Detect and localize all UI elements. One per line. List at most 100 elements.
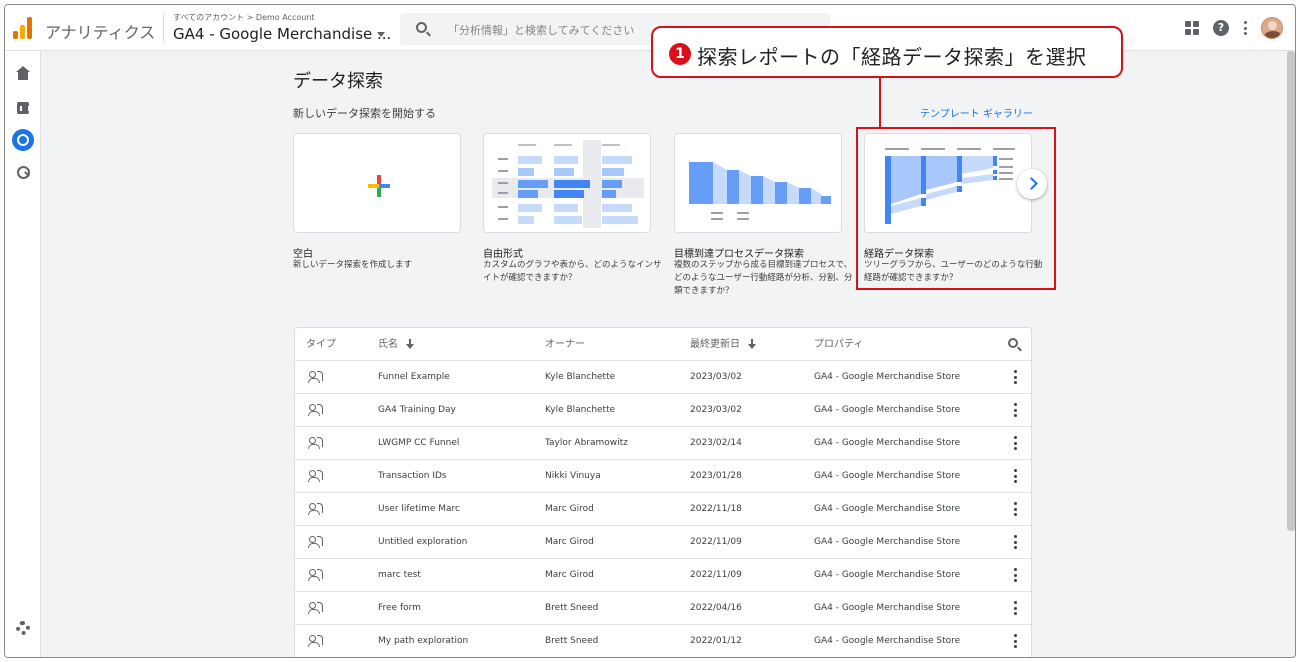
row-name[interactable]: GA4 Training Day — [378, 394, 456, 427]
nav-advertising[interactable] — [12, 161, 34, 183]
more-vert-icon[interactable] — [1013, 436, 1017, 450]
row-owner: Marc Girod — [545, 570, 594, 580]
row-name[interactable]: Untitled exploration — [378, 526, 467, 559]
account-breadcrumb[interactable]: すべてのアカウント > Demo Account — [173, 12, 315, 23]
table-row[interactable]: Free form Brett Sneed 2022/04/16 GA4 - G… — [295, 592, 1031, 625]
home-icon — [16, 65, 30, 82]
col-owner[interactable]: オーナー — [545, 328, 585, 361]
row-date: 2022/11/09 — [690, 570, 742, 580]
more-vert-icon[interactable] — [1013, 634, 1017, 648]
more-vert-icon[interactable] — [1013, 535, 1017, 549]
search-icon — [416, 22, 427, 33]
row-date: 2022/11/18 — [690, 504, 742, 514]
row-name[interactable]: Funnel Example — [378, 361, 450, 394]
search-placeholder: 「分析情報」と検索してみてください — [448, 24, 635, 37]
funnel-thumbnail — [689, 162, 831, 220]
row-owner: Marc Girod — [545, 504, 594, 514]
more-vert-icon[interactable] — [1013, 370, 1017, 384]
arrow-down-icon — [748, 339, 756, 349]
people-icon — [308, 569, 325, 581]
card-funnel[interactable] — [674, 133, 842, 233]
app-name: アナリティクス — [45, 23, 156, 42]
more-vert-icon[interactable] — [1013, 403, 1017, 417]
row-owner: Brett Sneed — [545, 636, 599, 646]
nav-home[interactable] — [12, 65, 34, 87]
row-property: GA4 - Google Merchandise Store — [814, 504, 961, 514]
avatar[interactable] — [1261, 17, 1283, 39]
row-property: GA4 - Google Merchandise Store — [814, 537, 961, 547]
row-name[interactable]: marc test — [378, 559, 421, 592]
explore-icon — [17, 134, 29, 146]
nav-admin[interactable] — [12, 617, 34, 639]
nav-reports[interactable] — [12, 97, 34, 119]
row-name[interactable]: User lifetime Marc — [378, 493, 460, 526]
row-name[interactable]: Transaction IDs — [378, 460, 447, 493]
row-date: 2023/03/02 — [690, 405, 742, 415]
row-property: GA4 - Google Merchandise Store — [814, 603, 961, 613]
row-date: 2023/03/02 — [690, 372, 742, 382]
analytics-logo-icon[interactable] — [13, 17, 33, 39]
more-vert-icon[interactable] — [1243, 21, 1247, 35]
people-icon — [308, 404, 325, 416]
left-nav — [5, 51, 41, 657]
table-row[interactable]: Transaction IDs Nikki Vinuya 2023/01/28 … — [295, 460, 1031, 493]
card-free-form-title: 自由形式 — [483, 249, 523, 260]
row-property: GA4 - Google Merchandise Store — [814, 636, 961, 646]
more-vert-icon[interactable] — [1013, 469, 1017, 483]
search-icon[interactable] — [1008, 338, 1018, 348]
table-header: タイプ 氏名 オーナー 最終更新日 プロパティ — [295, 328, 1031, 361]
arrow-down-icon — [406, 339, 414, 349]
row-date: 2023/01/28 — [690, 471, 742, 481]
table-row[interactable]: marc test Marc Girod 2022/11/09 GA4 - Go… — [295, 559, 1031, 592]
card-blank-title: 空白 — [293, 249, 313, 260]
card-free-form[interactable] — [483, 133, 651, 233]
property-selector[interactable]: GA4 - Google Merchandise ... — [173, 25, 391, 43]
table-row[interactable]: My path exploration Brett Sneed 2022/01/… — [295, 625, 1031, 657]
col-modified-label: 最終更新日 — [690, 339, 740, 350]
people-icon — [308, 470, 325, 482]
row-date: 2022/04/16 — [690, 603, 742, 613]
table-row[interactable]: GA4 Training Day Kyle Blanchette 2023/03… — [295, 394, 1031, 427]
people-icon — [308, 503, 325, 515]
table-row[interactable]: Untitled exploration Marc Girod 2022/11/… — [295, 526, 1031, 559]
section-subtitle: 新しいデータ探索を開始する — [293, 107, 436, 120]
row-name[interactable]: LWGMP CC Funnel — [378, 427, 459, 460]
table-row[interactable]: Funnel Example Kyle Blanchette 2023/03/0… — [295, 361, 1031, 394]
advertising-icon — [16, 165, 30, 179]
callout: 1 探索レポートの「経路データ探索」を選択 — [651, 26, 1123, 78]
row-owner: Brett Sneed — [545, 603, 599, 613]
row-name[interactable]: Free form — [378, 592, 421, 625]
card-free-form-desc: カスタムのグラフや表から、どのようなインサイトが確認できますか？ — [483, 260, 662, 283]
help-icon[interactable]: ? — [1213, 20, 1229, 36]
page-scrollbar[interactable] — [1287, 51, 1295, 531]
more-vert-icon[interactable] — [1013, 568, 1017, 582]
chevron-down-icon[interactable] — [377, 32, 385, 37]
divider — [163, 13, 164, 43]
row-owner: Marc Girod — [545, 537, 594, 547]
row-property: GA4 - Google Merchandise Store — [814, 570, 961, 580]
row-date: 2023/02/14 — [690, 438, 742, 448]
row-name[interactable]: My path exploration — [378, 625, 468, 657]
template-gallery-link[interactable]: テンプレート ギャラリー — [920, 105, 1033, 120]
people-icon — [308, 437, 325, 449]
reports-icon — [17, 102, 30, 114]
page-title: データ探索 — [293, 71, 383, 92]
card-blank-desc: 新しいデータ探索を作成します — [293, 260, 413, 270]
card-blank[interactable] — [293, 133, 461, 233]
row-date: 2022/01/12 — [690, 636, 742, 646]
nav-explore[interactable] — [12, 129, 34, 151]
callout-text: 探索レポートの「経路データ探索」を選択 — [697, 45, 1087, 69]
more-vert-icon[interactable] — [1013, 502, 1017, 516]
row-property: GA4 - Google Merchandise Store — [814, 405, 961, 415]
more-vert-icon[interactable] — [1013, 601, 1017, 615]
col-modified[interactable]: 最終更新日 — [690, 328, 756, 361]
col-property[interactable]: プロパティ — [814, 328, 863, 361]
people-icon — [308, 635, 325, 647]
apps-grid-icon[interactable] — [1185, 21, 1199, 35]
col-type[interactable]: タイプ — [306, 328, 336, 361]
col-name[interactable]: 氏名 — [378, 328, 414, 361]
table-row[interactable]: User lifetime Marc Marc Girod 2022/11/18… — [295, 493, 1031, 526]
people-icon — [308, 371, 325, 383]
table-row[interactable]: LWGMP CC Funnel Taylor Abramowitz 2023/0… — [295, 427, 1031, 460]
plus-icon — [368, 175, 390, 197]
